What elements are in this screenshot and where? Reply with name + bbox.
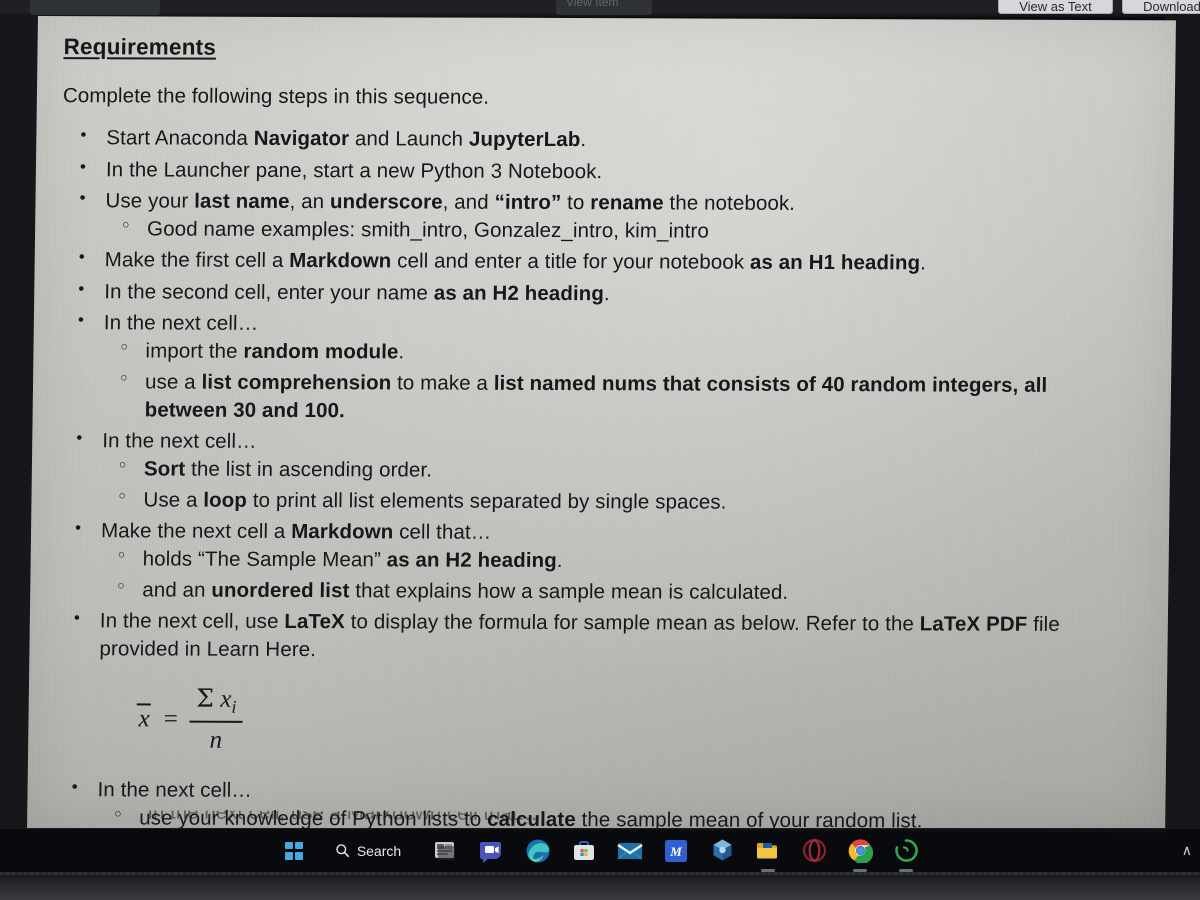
windows-taskbar: Search M ∧ <box>0 828 1200 872</box>
list-item: Make the first cell a Markdown cell and … <box>61 247 1133 279</box>
list-item-text: Use your last name, an underscore, and “… <box>105 189 795 215</box>
start-button[interactable] <box>279 836 309 866</box>
sub-list-item-text: use a list comprehension to make a list … <box>145 370 1048 422</box>
chevron-up-icon[interactable]: ∧ <box>1182 842 1192 859</box>
sub-list: holds “The Sample Mean” as an H2 heading… <box>100 546 1129 609</box>
store-button[interactable] <box>569 836 599 866</box>
chrome-button[interactable] <box>845 836 875 866</box>
sub-list: Good name examples: smith_intro, Gonzale… <box>105 215 1133 247</box>
page-title: Requirements <box>63 34 217 60</box>
anaconda-icon <box>894 839 918 862</box>
sample-mean-formula: x = Σ xi n <box>136 682 1127 762</box>
toolbar-faint-label: View Item <box>566 0 619 9</box>
sub-list-item-text: holds “The Sample Mean” as an H2 heading… <box>143 548 563 573</box>
app-m-button[interactable]: M <box>661 836 691 866</box>
intro-paragraph: Complete the following steps in this seq… <box>62 84 490 109</box>
chrome-icon <box>848 839 873 863</box>
list-item: Start Anaconda Navigator and Launch Jupy… <box>62 124 1134 156</box>
list-item-text: In the second cell, enter your name as a… <box>104 280 610 305</box>
list-item: In the next cell… import the random modul… <box>59 309 1132 428</box>
sub-list-item: Use a loop to print all list elements se… <box>101 486 1129 518</box>
sub-list-item: holds “The Sample Mean” as an H2 heading… <box>101 546 1129 578</box>
widgets-icon <box>435 841 456 860</box>
anaconda-button[interactable] <box>891 836 921 866</box>
search-button[interactable]: Search <box>325 837 415 865</box>
windows-logo-icon <box>284 841 303 860</box>
taskbar-items: Search M <box>279 836 921 866</box>
formula-fraction: Σ xi n <box>189 682 243 759</box>
view-as-text-button[interactable]: View as Text <box>998 0 1113 14</box>
list-item-text: In the next cell… <box>102 429 257 453</box>
sigma-glyph: Σ <box>196 684 215 714</box>
file-explorer-button[interactable] <box>753 836 783 866</box>
sub-list-item-text: Sort the list in ascending order. <box>144 458 432 482</box>
sub-list-item-text: import the random module. <box>145 340 404 364</box>
copilot-button[interactable] <box>707 836 737 866</box>
mail-icon <box>617 842 643 860</box>
svg-text:M: M <box>669 844 682 859</box>
formula-variable: x <box>220 686 232 714</box>
list-item: In the next cell… Sort the list in ascend… <box>57 427 1130 518</box>
sub-list-item: Sort the list in ascending order. <box>102 456 1130 488</box>
teams-button[interactable] <box>477 836 507 866</box>
formula-overbar <box>136 703 151 706</box>
list-item-text: Start Anaconda Navigator and Launch Jupy… <box>106 127 586 152</box>
sub-list-item: Good name examples: smith_intro, Gonzale… <box>105 215 1133 247</box>
list-item-text: In the next cell, use LaTeX to display t… <box>99 609 1060 661</box>
list-item-text: Make the next cell a Markdown cell that… <box>101 519 492 543</box>
opera-icon <box>802 838 826 863</box>
list-item: In the second cell, enter your name as a… <box>60 278 1132 310</box>
download-button[interactable]: Download <box>1122 0 1200 14</box>
list-item: In the Launcher pane, start a new Python… <box>62 156 1134 188</box>
screen-photo: View Item View as Text Download Requirem… <box>0 0 1200 900</box>
monitor-bezel-bottom <box>0 872 1200 900</box>
list-item: In the next cell, use LaTeX to display t… <box>55 607 1128 668</box>
widgets-button[interactable] <box>431 836 461 866</box>
requirements-list: Start Anaconda Navigator and Launch Jupy… <box>55 124 1134 667</box>
list-item: Make the next cell a Markdown cell that…… <box>56 517 1129 608</box>
formula-x-bar: x <box>136 703 152 738</box>
system-tray: ∧ <box>1182 829 1192 872</box>
sub-list-item: and an unordered list that explains how … <box>100 576 1128 608</box>
app-m-icon: M <box>665 839 688 862</box>
formula-equals: = <box>163 705 179 733</box>
opera-button[interactable] <box>799 836 829 866</box>
formula-lhs: x <box>138 705 150 733</box>
list-item-text: In the Launcher pane, start a new Python… <box>106 158 603 183</box>
sub-list-item-text: and an unordered list that explains how … <box>142 578 788 603</box>
mail-button[interactable] <box>615 836 645 866</box>
document-body: Requirements Complete the following step… <box>27 16 1176 832</box>
formula-subscript: i <box>231 697 237 718</box>
sub-list-item: use a list comprehension to make a list … <box>103 368 1132 429</box>
formula-numerator: Σ xi <box>190 682 243 721</box>
sub-list-item-text: Use a loop to print all list elements se… <box>143 488 726 513</box>
list-item: Use your last name, an underscore, and “… <box>61 187 1134 248</box>
folder-icon <box>757 842 778 858</box>
formula-denominator: n <box>209 726 223 754</box>
list-item-text: In the next cell… <box>97 778 252 802</box>
sub-list: Sort the list in ascending order. Use a l… <box>101 456 1130 519</box>
sub-list-item: import the random module. <box>103 338 1131 370</box>
edge-button[interactable] <box>523 836 553 866</box>
sub-list: import the random module. use a list comp… <box>103 338 1132 429</box>
teams-icon <box>480 841 502 863</box>
search-icon <box>336 844 349 858</box>
list-item-text: Make the first cell a Markdown cell and … <box>105 249 927 275</box>
store-icon <box>574 840 595 860</box>
copilot-icon <box>713 839 732 861</box>
edge-icon <box>526 839 550 862</box>
document-page: Requirements Complete the following step… <box>27 16 1176 833</box>
toolbar-tab-1[interactable] <box>30 0 160 15</box>
sub-list-item-text: Good name examples: smith_intro, Gonzale… <box>147 218 709 243</box>
clipped-bottom-line: In the next cell, use a Markdown cell th… <box>147 810 539 825</box>
search-label: Search <box>356 842 402 859</box>
app-toolbar: View Item View as Text Download <box>0 0 1200 17</box>
list-item-text: In the next cell… <box>104 311 259 335</box>
